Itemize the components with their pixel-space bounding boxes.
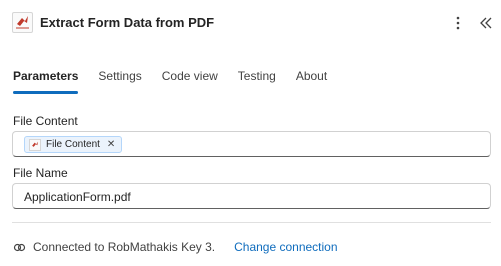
file-name-field[interactable]: ApplicationForm.pdf — [12, 183, 491, 209]
token-label: File Content — [46, 139, 100, 150]
panel-header: Extract Form Data from PDF — [0, 0, 501, 46]
tab-about[interactable]: About — [296, 62, 327, 92]
panel-title: Extract Form Data from PDF — [40, 15, 215, 30]
connection-footer: Connected to RobMathakis Key 3. Change c… — [13, 239, 338, 255]
divider — [12, 222, 491, 223]
tab-testing[interactable]: Testing — [238, 62, 276, 92]
double-chevron-left-icon — [480, 17, 492, 29]
file-content-field[interactable]: File Content ✕ — [12, 131, 491, 157]
pdf-action-icon — [29, 138, 41, 151]
tab-list: Parameters Settings Code view Testing Ab… — [13, 62, 347, 94]
change-connection-link[interactable]: Change connection — [234, 240, 337, 254]
file-content-label: File Content — [13, 114, 78, 128]
tab-settings[interactable]: Settings — [98, 62, 141, 92]
token-remove-icon[interactable]: ✕ — [107, 139, 115, 150]
file-name-label: File Name — [13, 166, 68, 180]
link-connection-icon — [13, 241, 26, 254]
tab-parameters[interactable]: Parameters — [13, 62, 79, 94]
more-vertical-icon — [456, 16, 460, 30]
file-name-value: ApplicationForm.pdf — [24, 190, 131, 204]
file-content-token[interactable]: File Content ✕ — [24, 136, 123, 153]
tab-code-view[interactable]: Code view — [162, 62, 218, 92]
pdf-action-icon — [12, 12, 33, 33]
connection-status-text: Connected to RobMathakis Key 3. — [33, 240, 216, 254]
collapse-panel-button[interactable] — [476, 13, 496, 33]
more-options-button[interactable] — [449, 13, 467, 33]
